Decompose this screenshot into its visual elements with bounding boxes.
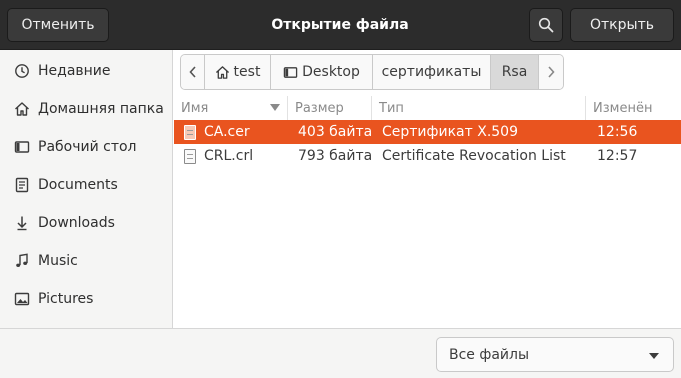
sidebar-item-recent[interactable]: Недавние xyxy=(0,52,172,90)
desktop-icon xyxy=(13,138,31,156)
cancel-button[interactable]: Отменить xyxy=(7,8,109,42)
download-icon xyxy=(13,214,31,232)
file-type: Certificate Revocation List xyxy=(382,148,566,164)
sidebar-item-pictures[interactable]: Pictures xyxy=(0,280,172,318)
sidebar-item-music[interactable]: Music xyxy=(0,242,172,280)
chevron-down-icon xyxy=(649,353,659,359)
file-size: 403 байта xyxy=(298,124,373,140)
sidebar-item-desktop[interactable]: Рабочий стол xyxy=(0,128,172,166)
column-label: Тип xyxy=(379,100,404,116)
file-name: CA.cer xyxy=(204,124,250,140)
column-header-name[interactable]: Имя xyxy=(174,96,288,120)
file-row[interactable]: CA.cer 403 байта Сертификат X.509 12:56 xyxy=(174,120,681,144)
crumb-label: сертификаты xyxy=(381,64,482,80)
music-icon xyxy=(13,252,31,270)
column-label: Размер xyxy=(295,100,344,116)
path-bar: test Desktop сертификаты Rsa xyxy=(180,54,564,90)
path-crumb-desktop[interactable]: Desktop xyxy=(271,55,373,89)
sidebar-item-home[interactable]: Домашняя папка xyxy=(0,90,172,128)
path-scroll-right-button[interactable] xyxy=(539,55,563,89)
document-icon xyxy=(13,176,31,194)
path-crumb-certificates[interactable]: сертификаты xyxy=(373,55,491,89)
home-icon xyxy=(215,65,230,80)
filter-selected-value: Все файлы xyxy=(449,346,530,363)
sidebar-item-label: Documents xyxy=(38,177,118,193)
file-name-cell: CRL.crl xyxy=(184,144,253,168)
clock-icon xyxy=(13,62,31,80)
sidebar-item-label: Pictures xyxy=(38,291,94,307)
file-list-header: Имя Размер Тип Изменён xyxy=(174,96,681,120)
path-crumb-rsa[interactable]: Rsa xyxy=(491,55,539,89)
column-header-type[interactable]: Тип xyxy=(372,96,586,120)
home-icon xyxy=(13,100,31,118)
dialog-title: Открытие файла xyxy=(271,17,409,33)
desktop-icon xyxy=(283,65,298,80)
header-bar: Отменить Открытие файла Открыть xyxy=(0,0,681,50)
file-modified: 12:56 xyxy=(597,124,638,140)
column-header-modified[interactable]: Изменён xyxy=(586,96,681,120)
file-icon xyxy=(184,124,196,140)
search-icon xyxy=(538,17,554,33)
file-size: 793 байта xyxy=(298,148,373,164)
places-sidebar: Недавние Домашняя папка Рабочий стол Doc… xyxy=(0,50,173,328)
crumb-label: Desktop xyxy=(302,64,360,80)
file-name-cell: CA.cer xyxy=(184,120,250,144)
sidebar-item-label: Downloads xyxy=(38,215,115,231)
sidebar-item-label: Недавние xyxy=(38,63,111,79)
sidebar-item-label: Music xyxy=(38,253,78,269)
sidebar-item-downloads[interactable]: Downloads xyxy=(0,204,172,242)
file-icon xyxy=(184,148,196,164)
column-label: Изменён xyxy=(593,100,653,116)
search-button[interactable] xyxy=(529,8,563,42)
chevron-left-icon xyxy=(188,66,196,78)
column-label: Имя xyxy=(181,100,209,116)
column-header-size[interactable]: Размер xyxy=(288,96,372,120)
file-row[interactable]: CRL.crl 793 байта Certificate Revocation… xyxy=(174,144,681,168)
file-name: CRL.crl xyxy=(204,148,254,164)
crumb-label: test xyxy=(233,64,261,80)
picture-icon xyxy=(13,290,31,308)
chevron-right-icon xyxy=(548,66,555,78)
file-type-filter-dropdown[interactable]: Все файлы xyxy=(436,337,674,372)
path-scroll-left-button[interactable] xyxy=(181,55,205,89)
file-modified: 12:57 xyxy=(597,148,638,164)
open-button[interactable]: Открыть xyxy=(570,8,674,42)
sidebar-item-documents[interactable]: Documents xyxy=(0,166,172,204)
file-type: Сертификат X.509 xyxy=(382,124,519,140)
sort-descending-icon xyxy=(270,104,280,111)
bottom-bar: Все файлы xyxy=(0,328,681,378)
path-crumb-test[interactable]: test xyxy=(205,55,271,89)
sidebar-item-label: Домашняя папка xyxy=(38,101,164,117)
crumb-label: Rsa xyxy=(501,64,528,80)
sidebar-item-label: Рабочий стол xyxy=(38,139,137,155)
